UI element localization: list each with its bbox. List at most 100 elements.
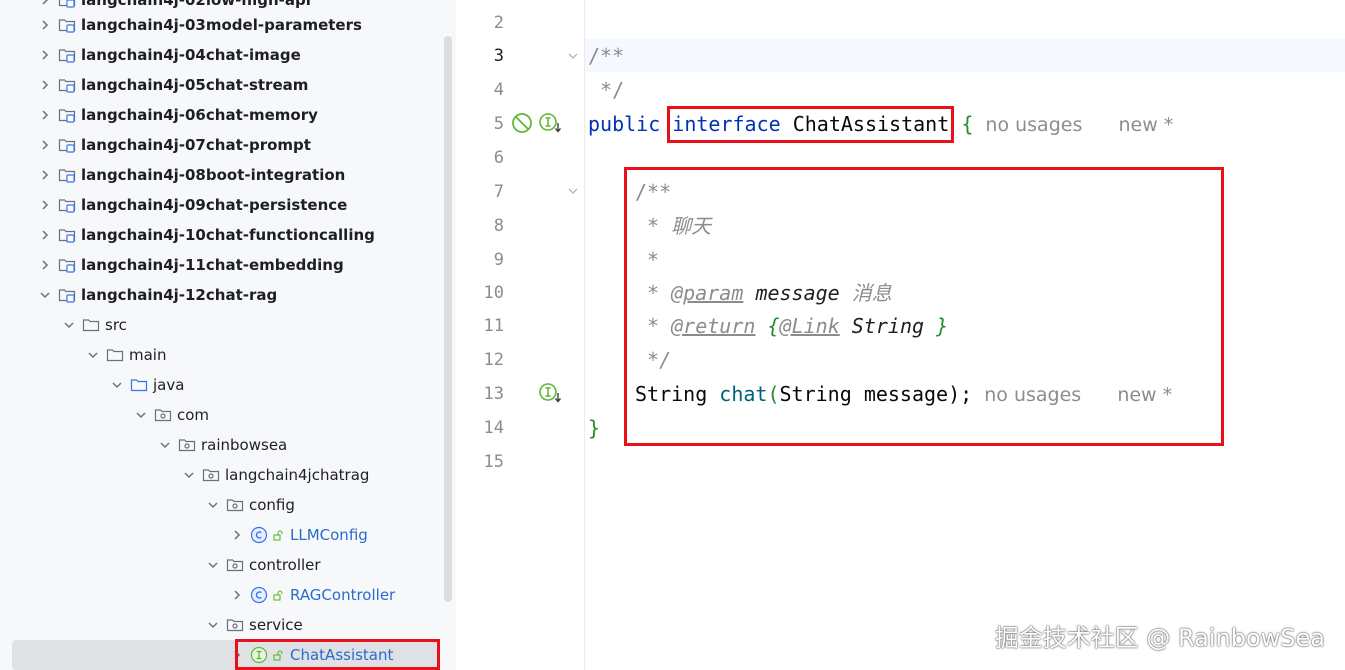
implemented-method-icon[interactable] (538, 381, 562, 405)
code-line-9[interactable]: * (635, 243, 659, 277)
chevron-down-icon[interactable] (206, 618, 220, 632)
tree-item-label: LLMConfig (290, 526, 368, 544)
tree-item-label: RAGController (290, 586, 396, 604)
chevron-down-icon[interactable] (134, 408, 148, 422)
interface-name: ChatAssistant (792, 112, 950, 136)
chevron-right-icon[interactable] (38, 198, 52, 212)
chevron-right-icon[interactable] (38, 258, 52, 272)
tree-item-module[interactable]: langchain4j-11chat-embedding (0, 250, 440, 280)
chevron-right-icon[interactable] (230, 528, 244, 542)
module-folder-icon (58, 0, 76, 9)
tree-item-label: langchain4j-02low-high-api (81, 0, 311, 9)
folder-icon (106, 346, 124, 364)
code-line-8[interactable]: * 聊天 (635, 209, 711, 243)
line-number: 3 (493, 46, 504, 66)
tree-item-module[interactable]: langchain4j-05chat-stream (0, 70, 440, 100)
tree-item-module[interactable]: langchain4j-08boot-integration (0, 160, 440, 190)
code-line-7[interactable]: /** (635, 175, 671, 209)
module-folder-icon (58, 16, 76, 34)
chevron-right-icon[interactable] (38, 78, 52, 92)
code-line-10[interactable]: * @param message 消息 (635, 276, 892, 310)
tree-item-module[interactable]: langchain4j-03model-parameters (0, 10, 440, 40)
chevron-down-icon[interactable] (206, 498, 220, 512)
code-editor[interactable]: 2 3 4 5 6 7 8 9 10 11 12 13 14 15 /** */… (456, 0, 1345, 670)
tree-item-label: langchain4j-11chat-embedding (81, 256, 344, 274)
chevron-right-icon[interactable] (38, 18, 52, 32)
tree-item-label: langchain4j-09chat-persistence (81, 196, 348, 214)
source-root-folder-icon (130, 376, 148, 394)
fold-chevron-icon[interactable] (567, 185, 579, 197)
project-tree: langchain4j-02low-high-api langchain4j-0… (0, 0, 456, 670)
tree-item-label: com (177, 406, 210, 424)
unlock-icon (273, 649, 284, 661)
fold-chevron-icon[interactable] (567, 50, 579, 62)
tree-item-module[interactable]: langchain4j-04chat-image (0, 40, 440, 70)
tree-item-module[interactable]: langchain4j-07chat-prompt (0, 130, 440, 160)
chevron-right-icon[interactable] (38, 228, 52, 242)
tree-item-class[interactable]: RAGController (0, 580, 440, 610)
package-icon (226, 556, 244, 574)
chevron-down-icon[interactable] (110, 378, 124, 392)
inlay-hint-usages[interactable]: no usages (984, 384, 1081, 406)
tree-item-interface-selected[interactable]: ChatAssistant (12, 640, 440, 670)
chevron-right-icon[interactable] (38, 48, 52, 62)
interface-icon (250, 646, 268, 664)
chevron-right-icon[interactable] (38, 108, 52, 122)
tree-item-package[interactable]: langchain4jchatrag (0, 460, 440, 490)
tree-item-module[interactable]: langchain4j-12chat-rag (0, 280, 440, 310)
tree-item-folder[interactable]: src (0, 310, 440, 340)
line-number: 12 (483, 350, 504, 370)
chevron-down-icon[interactable] (158, 438, 172, 452)
tree-item-module[interactable]: langchain4j-06chat-memory (0, 100, 440, 130)
folder-icon (82, 316, 100, 334)
tree-item-package[interactable]: config (0, 490, 440, 520)
module-folder-icon (58, 76, 76, 94)
code-line-3[interactable]: /** (588, 39, 624, 73)
chevron-right-icon[interactable] (230, 588, 244, 602)
tree-item-folder[interactable]: java (0, 370, 440, 400)
package-icon (154, 406, 172, 424)
implemented-interface-icon[interactable] (538, 111, 562, 135)
line-number: 6 (493, 148, 504, 168)
tree-item-package[interactable]: controller (0, 550, 440, 580)
package-icon (202, 466, 220, 484)
code-line-13[interactable]: String chat(String message); no usages n… (635, 377, 1172, 411)
no-implementations-icon[interactable] (510, 111, 534, 135)
tree-scrollbar[interactable] (444, 36, 452, 602)
tree-item-module[interactable]: langchain4j-10chat-functioncalling (0, 220, 440, 250)
chevron-down-icon[interactable] (38, 288, 52, 302)
chevron-down-icon[interactable] (86, 348, 100, 362)
chevron-right-icon[interactable] (38, 138, 52, 152)
javadoc-text: 聊天 (671, 214, 712, 238)
tree-item-class[interactable]: LLMConfig (0, 520, 440, 550)
chevron-right-icon[interactable] (38, 168, 52, 182)
code-line-5[interactable]: public interface ChatAssistant { no usag… (588, 107, 1173, 141)
chevron-right-icon[interactable] (38, 0, 52, 7)
line-number: 8 (493, 216, 504, 236)
unlock-icon (273, 529, 284, 541)
tree-item-label: config (249, 496, 295, 514)
unlock-icon (273, 589, 284, 601)
chevron-down-icon[interactable] (206, 558, 220, 572)
watermark: 掘金技术社区 @ RainbowSea (994, 624, 1325, 652)
chevron-right-icon[interactable] (230, 648, 244, 662)
tree-item-package[interactable]: rainbowsea (0, 430, 440, 460)
editor-gutter: 2 3 4 5 6 7 8 9 10 11 12 13 14 15 (456, 0, 585, 670)
keyword-interface: interface (672, 112, 781, 136)
tree-item-folder[interactable]: main (0, 340, 440, 370)
javadoc-link-open: { (767, 314, 780, 338)
code-line-12[interactable]: */ (635, 343, 671, 377)
tree-item-package[interactable]: com (0, 400, 440, 430)
code-line-4[interactable]: */ (588, 73, 624, 107)
tree-item-module[interactable]: langchain4j-09chat-persistence (0, 190, 440, 220)
inlay-hint-usages[interactable]: no usages (985, 114, 1082, 136)
package-icon (226, 616, 244, 634)
chevron-down-icon[interactable] (182, 468, 196, 482)
chevron-down-icon[interactable] (62, 318, 76, 332)
line-number: 11 (483, 316, 504, 336)
tree-item-package[interactable]: service (0, 610, 440, 640)
inlay-hint-author[interactable]: new * (1117, 384, 1172, 406)
code-line-14[interactable]: } (588, 411, 600, 445)
code-line-11[interactable]: * @return {@Link String } (635, 309, 948, 343)
inlay-hint-author[interactable]: new * (1118, 114, 1173, 136)
